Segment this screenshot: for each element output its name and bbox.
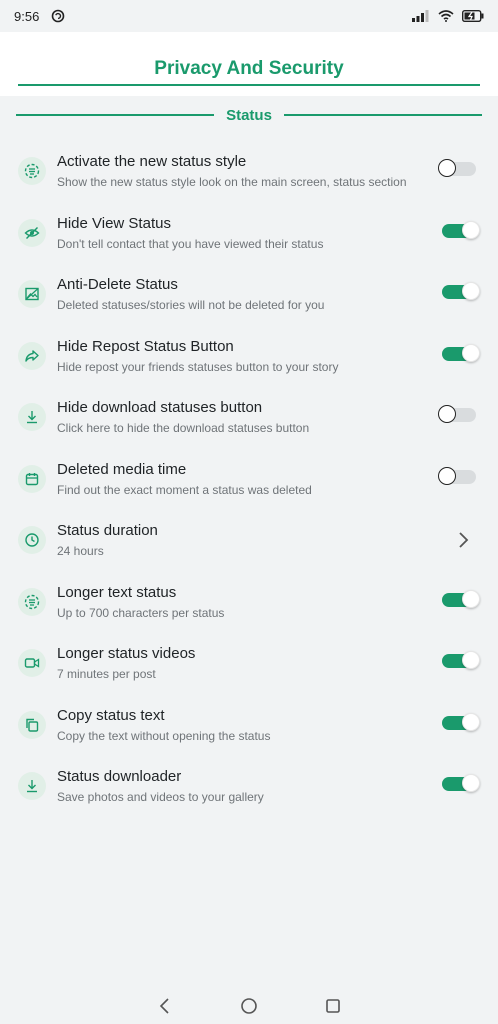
setting-row-hide-download-button[interactable]: Hide download statuses button Click here…: [0, 388, 498, 450]
setting-title: Anti-Delete Status: [57, 276, 178, 293]
header-divider: [18, 84, 480, 86]
signal-icon: [412, 10, 429, 22]
setting-subtitle: Deleted statuses/stories will not be del…: [57, 298, 325, 312]
longer-status-videos-toggle[interactable]: [442, 651, 480, 669]
download-icon: [18, 772, 46, 800]
setting-texts: Longer status videos 7 minutes per post: [57, 644, 418, 683]
chevron-right-icon[interactable]: [456, 530, 470, 550]
status-downloader-toggle[interactable]: [442, 774, 480, 792]
settings-list: Activate the new status style Show the n…: [0, 142, 498, 819]
copy-status-text-toggle[interactable]: [442, 712, 480, 731]
setting-title: Hide download statuses button: [57, 399, 263, 416]
image-icon: [18, 280, 46, 308]
setting-subtitle: 7 minutes per post: [57, 667, 156, 681]
section-divider-right: [283, 114, 482, 116]
section-divider-left: [16, 114, 215, 116]
setting-subtitle: Don't tell contact that you have viewed …: [57, 236, 324, 251]
setting-texts: Hide View Status Don't tell contact that…: [57, 214, 418, 253]
setting-subtitle: Hide repost your friends statuses button…: [57, 359, 339, 374]
setting-row-hide-repost-button[interactable]: Hide Repost Status Button Hide repost yo…: [0, 327, 498, 389]
eye-off-icon: [18, 218, 46, 247]
toggle-knob: [462, 220, 480, 239]
copy-icon: [18, 710, 46, 739]
setting-row-status-duration[interactable]: Status duration 24 hours: [0, 511, 498, 573]
setting-texts: Copy status text Copy the text without o…: [57, 706, 418, 745]
toggle-knob: [462, 589, 480, 608]
app-header: Privacy And Security: [0, 32, 498, 96]
setting-texts: Longer text status Up to 700 characters …: [57, 583, 418, 622]
setting-subtitle: Show the new status style look on the ma…: [57, 175, 407, 189]
toggle-knob: [462, 343, 480, 362]
setting-row-copy-status-text[interactable]: Copy status text Copy the text without o…: [0, 696, 498, 758]
toggle-knob: [462, 282, 480, 300]
calendar-icon: [18, 464, 46, 493]
section-header-status: Status: [16, 104, 482, 126]
download-icon: [18, 403, 46, 431]
setting-texts: Hide Repost Status Button Hide repost yo…: [57, 337, 418, 376]
setting-row-new-status-style[interactable]: Activate the new status style Show the n…: [0, 142, 498, 204]
deleted-media-time-toggle[interactable]: [438, 466, 476, 485]
setting-subtitle: Find out the exact moment a status was d…: [57, 482, 312, 497]
setting-title: Longer status videos: [57, 645, 196, 662]
status-bar-right: [412, 10, 484, 22]
setting-texts: Anti-Delete Status Deleted statuses/stor…: [57, 275, 418, 314]
clock-icon: [18, 526, 46, 554]
setting-title: Hide Repost Status Button: [57, 337, 234, 355]
setting-texts: Status downloader Save photos and videos…: [57, 767, 418, 806]
setting-row-deleted-media-time[interactable]: Deleted media time Find out the exact mo…: [0, 450, 498, 512]
setting-title: Deleted media time: [57, 460, 187, 478]
setting-row-anti-delete-status[interactable]: Anti-Delete Status Deleted statuses/stor…: [0, 265, 498, 327]
setting-subtitle: Copy the text without opening the status: [57, 728, 271, 743]
setting-texts: Hide download statuses button Click here…: [57, 398, 418, 437]
setting-row-longer-status-videos[interactable]: Longer status videos 7 minutes per post: [0, 634, 498, 696]
recents-icon[interactable]: [324, 997, 342, 1015]
hide-view-status-toggle[interactable]: [442, 220, 480, 239]
setting-subtitle: Save photos and videos to your gallery: [57, 790, 264, 804]
toggle-knob: [462, 712, 480, 731]
setting-title: Activate the new status style: [57, 153, 247, 170]
clock-time: 9:56: [14, 8, 40, 24]
setting-title: Status downloader: [57, 768, 182, 785]
section-label: Status: [226, 106, 272, 124]
back-icon[interactable]: [156, 997, 174, 1015]
status-bar: 9:56: [0, 0, 498, 32]
toggle-knob: [438, 405, 456, 423]
hide-download-button-toggle[interactable]: [438, 405, 476, 423]
status-bar-left: 9:56: [14, 9, 65, 24]
app-notification-icon: [52, 9, 65, 23]
status-text-icon: [18, 587, 46, 616]
toggle-knob: [462, 651, 480, 669]
setting-texts: Activate the new status style Show the n…: [57, 152, 418, 191]
share-icon: [18, 341, 46, 370]
longer-text-status-toggle[interactable]: [442, 589, 480, 608]
new-status-style-toggle[interactable]: [438, 159, 476, 177]
setting-title: Copy status text: [57, 706, 165, 724]
setting-row-status-downloader[interactable]: Status downloader Save photos and videos…: [0, 757, 498, 819]
setting-texts: Status duration 24 hours: [57, 521, 418, 560]
setting-row-hide-view-status[interactable]: Hide View Status Don't tell contact that…: [0, 204, 498, 266]
setting-texts: Deleted media time Find out the exact mo…: [57, 460, 418, 499]
status-style-icon: [18, 157, 46, 185]
anti-delete-status-toggle[interactable]: [442, 282, 480, 300]
hide-repost-button-toggle[interactable]: [442, 343, 480, 362]
setting-title: Longer text status: [57, 583, 177, 601]
page-title: Privacy And Security: [154, 58, 344, 79]
toggle-knob: [438, 466, 456, 485]
system-nav-bar: [0, 988, 498, 1024]
video-icon: [18, 649, 46, 677]
toggle-knob: [438, 159, 456, 177]
setting-title: Hide View Status: [57, 214, 171, 232]
setting-subtitle: Click here to hide the download statuses…: [57, 421, 310, 435]
home-icon[interactable]: [240, 997, 258, 1015]
setting-title: Status duration: [57, 522, 158, 539]
battery-icon: [462, 10, 484, 22]
setting-row-longer-text-status[interactable]: Longer text status Up to 700 characters …: [0, 573, 498, 635]
setting-subtitle: Up to 700 characters per status: [57, 605, 225, 620]
wifi-icon: [438, 10, 454, 22]
setting-subtitle: 24 hours: [57, 544, 104, 558]
toggle-knob: [462, 774, 480, 792]
